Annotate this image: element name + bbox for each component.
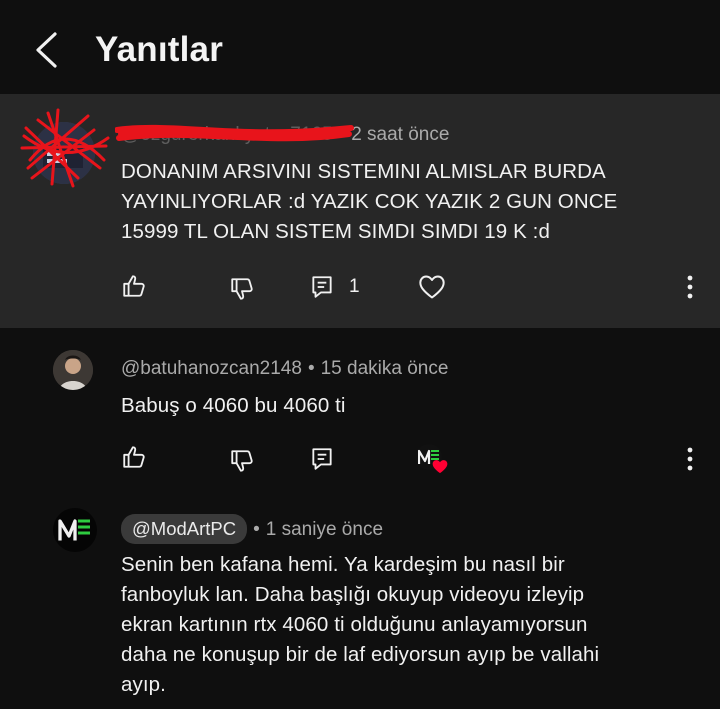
dislike-button[interactable] xyxy=(229,276,255,302)
comment-meta: @ozgurerkankyatos7165 • 2 saat önce xyxy=(115,124,450,146)
comment-line: YAYINLIYORLAR :d YAZIK COK YAZIK 2 GUN O… xyxy=(121,190,618,213)
avatar-image xyxy=(53,350,93,390)
creator-heart-icon xyxy=(432,460,448,474)
more-vert-icon xyxy=(687,447,693,471)
creator-handle-chip[interactable]: @ModArtPC xyxy=(121,514,248,544)
avatar xyxy=(53,508,97,552)
author-handle[interactable]: @batuhanozcan2148 xyxy=(121,358,302,379)
comment-line: Senin ben kafana hemi. Ya kardeşim bu na… xyxy=(121,553,565,576)
reply-icon xyxy=(312,276,332,298)
dislike-icon xyxy=(231,450,253,472)
comment-line: fanboyluk lan. Daha başlığı okuyup video… xyxy=(121,583,585,606)
like-button[interactable] xyxy=(121,444,147,470)
heart-icon xyxy=(419,275,445,299)
reply-icon xyxy=(312,448,332,470)
comment-meta: @batuhanozcan2148 • 15 dakika önce xyxy=(121,358,449,379)
back-button[interactable] xyxy=(28,26,64,74)
comment-text: Babuş o 4060 bu 4060 ti xyxy=(121,394,346,417)
comment-text: DONANIM ARSIVINI SISTEMINI ALMISLAR BURD… xyxy=(121,157,617,247)
comment-line: DONANIM ARSIVINI SISTEMINI ALMISLAR BURD… xyxy=(121,160,606,183)
reply-count: 1 xyxy=(349,276,360,297)
comment-line: 15999 TL OLAN SISTEM SIMDI SIMDI 19 K :d xyxy=(121,220,550,243)
comment-text: Senin ben kafana hemi. Ya kardeşim bu na… xyxy=(121,550,599,700)
reply-button[interactable] xyxy=(309,446,335,472)
more-options-button[interactable] xyxy=(684,274,696,305)
comment-line: ayıp. xyxy=(121,673,166,696)
dislike-button[interactable] xyxy=(229,448,255,474)
like-icon xyxy=(123,275,145,297)
dislike-icon xyxy=(231,278,253,300)
modart-logo-icon xyxy=(58,519,90,541)
like-icon xyxy=(123,446,145,468)
comment-time: 2 saat önce xyxy=(351,124,450,145)
more-options-button[interactable] xyxy=(684,446,696,477)
like-button[interactable] xyxy=(121,273,147,299)
reply-button[interactable]: 1 xyxy=(309,274,360,300)
redaction-scribble-handle xyxy=(115,124,354,142)
comment-time: 15 dakika önce xyxy=(320,358,449,379)
heart-button[interactable] xyxy=(418,274,446,300)
creator-heart-badge xyxy=(416,442,452,478)
avatar xyxy=(53,350,93,390)
comment-meta: @ModArtPC • 1 saniye önce xyxy=(121,514,383,544)
parent-comment: @ozgurerkankyatos7165 • 2 saat önce DONAN… xyxy=(0,94,720,328)
top-bar: Yanıtlar xyxy=(0,0,720,94)
comment-line: daha ne konuşup bir de laf ediyorsun ayı… xyxy=(121,643,600,666)
comment-line: ekran kartının rtx 4060 ti olduğunu anla… xyxy=(121,613,588,636)
comment-time: 1 saniye önce xyxy=(265,519,384,540)
back-arrow-icon xyxy=(36,32,57,68)
page-title: Yanıtlar xyxy=(95,30,224,69)
more-vert-icon xyxy=(687,275,693,299)
redaction-scribble-avatar xyxy=(20,108,110,188)
